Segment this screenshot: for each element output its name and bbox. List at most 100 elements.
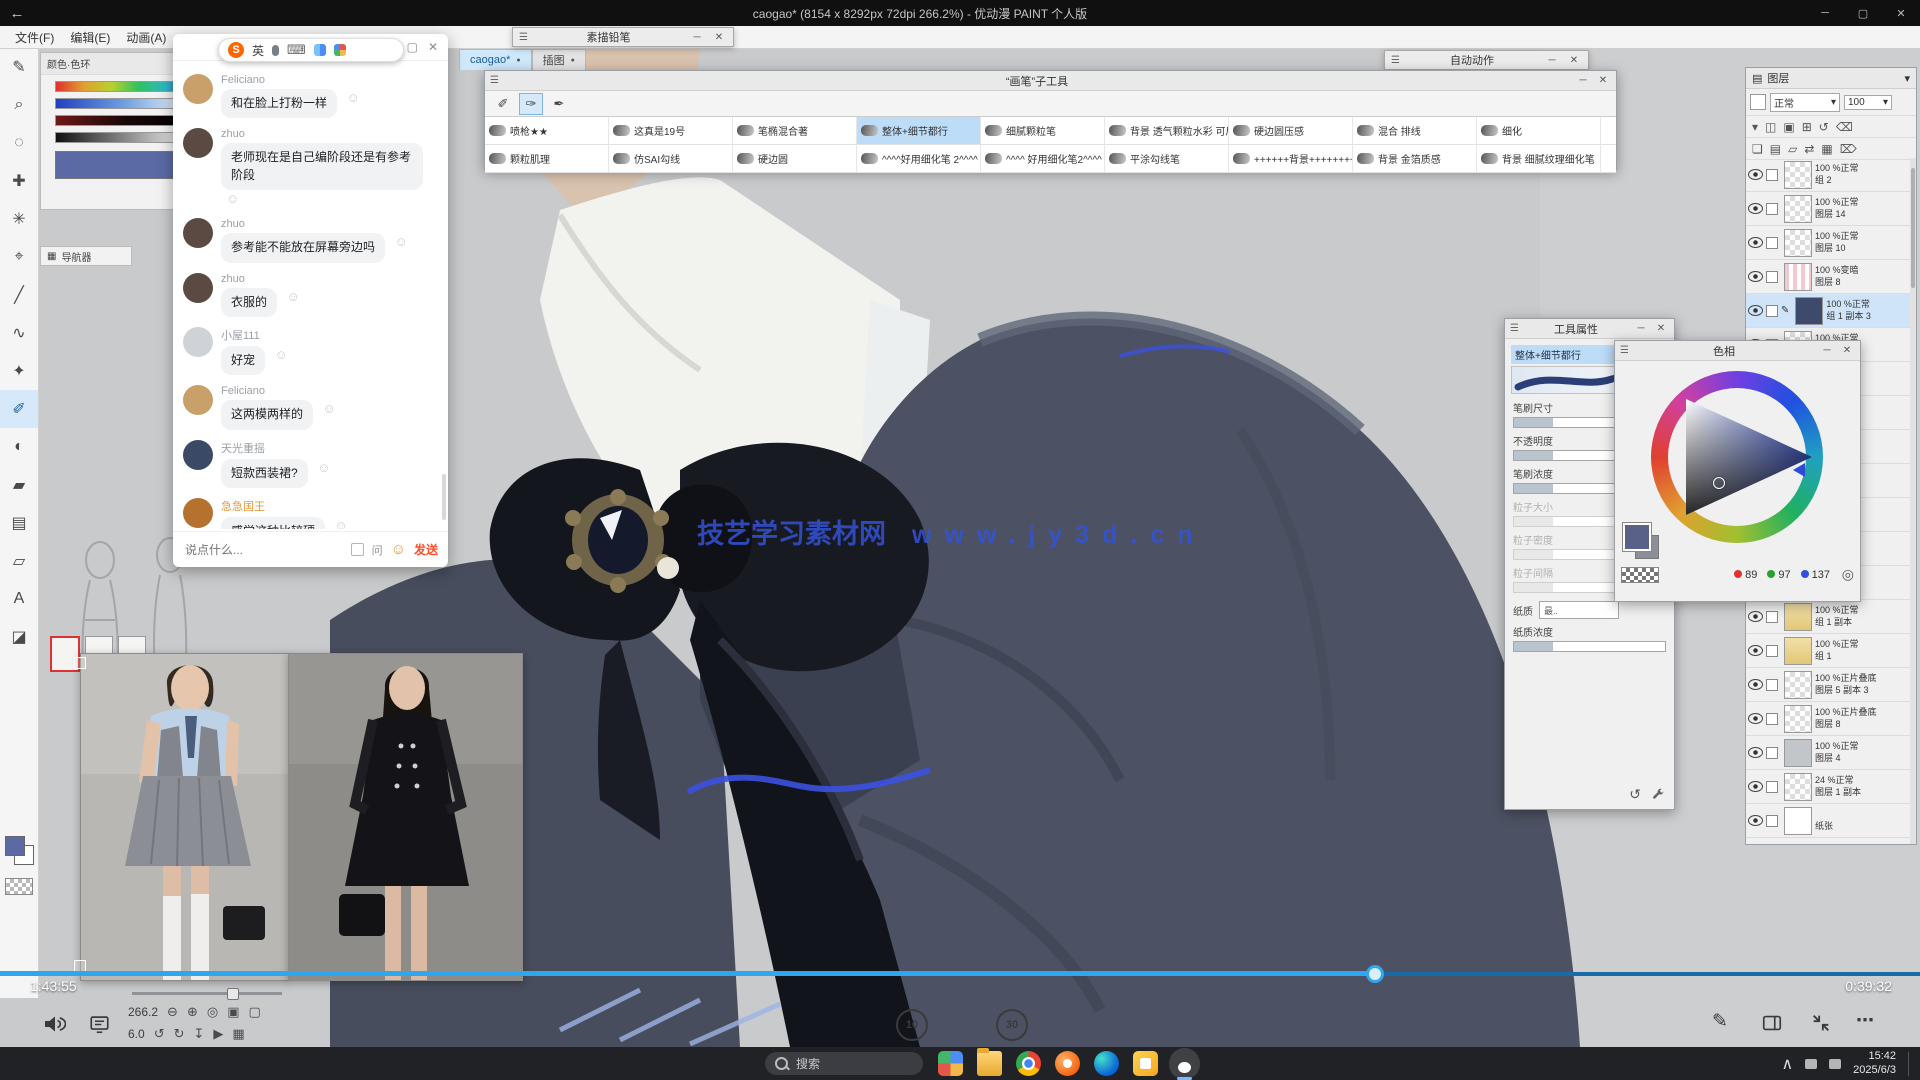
brush-item[interactable]: ^^^^好用细化笔 2^^^^ bbox=[857, 145, 981, 172]
avatar[interactable] bbox=[183, 128, 213, 158]
visibility-eye-icon[interactable] bbox=[1748, 645, 1763, 656]
brush-item[interactable]: 这真是19号 bbox=[609, 117, 733, 144]
main-color-swatch[interactable] bbox=[1623, 523, 1651, 551]
blend-mode-select[interactable]: 正常 ▾ bbox=[1770, 93, 1840, 112]
blend-tool[interactable]: ◐ bbox=[0, 428, 38, 466]
close-icon[interactable]: ✕ bbox=[1653, 323, 1669, 334]
emoji-icon[interactable]: ☺ bbox=[391, 541, 406, 558]
new-paper-icon[interactable]: ▱ bbox=[1788, 142, 1797, 156]
paper-texture-select[interactable]: 最.. bbox=[1539, 601, 1619, 619]
window-menu-icon[interactable]: ☰ bbox=[519, 32, 528, 43]
layer-row[interactable]: ✎ ▶ 100 %正片叠底 图层 8 bbox=[1746, 702, 1910, 736]
layer-checkbox[interactable] bbox=[1766, 713, 1778, 725]
media-app-icon[interactable] bbox=[1055, 1051, 1080, 1076]
chevron-down-icon[interactable]: ▾ bbox=[1904, 72, 1910, 85]
add-reaction-icon[interactable]: ☺ bbox=[346, 90, 359, 105]
layer-checkbox[interactable] bbox=[1766, 271, 1778, 283]
layer-checkbox[interactable] bbox=[1766, 305, 1778, 317]
wand-tool[interactable]: ✳ bbox=[0, 200, 38, 238]
add-reaction-icon[interactable]: ☺ bbox=[317, 460, 330, 475]
brush-icon[interactable]: ✐ bbox=[491, 93, 515, 115]
video-timeline[interactable] bbox=[0, 965, 1920, 983]
qq-icon[interactable] bbox=[1172, 1051, 1197, 1076]
avatar[interactable] bbox=[183, 440, 213, 470]
maximize-icon[interactable]: ▢ bbox=[407, 40, 418, 54]
layer-thumbnail[interactable] bbox=[1784, 263, 1812, 291]
canvas-tab[interactable]: 插图 ● bbox=[532, 49, 586, 70]
layer-row[interactable]: ✎ ▶ 纸张 bbox=[1746, 804, 1910, 838]
brush-item[interactable]: 背景 金箔质感 bbox=[1353, 145, 1477, 172]
undo-icon[interactable]: ↺ bbox=[1819, 120, 1829, 134]
lasso-tool[interactable]: ◌ bbox=[0, 124, 38, 162]
new-folder-icon[interactable]: ▤ bbox=[1770, 142, 1781, 156]
layer-checkbox[interactable] bbox=[1766, 679, 1778, 691]
timeline-handle[interactable] bbox=[1366, 965, 1384, 983]
dual-brush-icon[interactable]: ✒ bbox=[547, 93, 571, 115]
wrench-icon[interactable] bbox=[1651, 787, 1666, 802]
menu-item[interactable]: 动画(A) bbox=[119, 29, 173, 46]
send-button[interactable]: 发送 bbox=[414, 541, 438, 558]
move-tool[interactable]: ✚ bbox=[0, 162, 38, 200]
maximize-icon[interactable]: ▢ bbox=[1844, 7, 1882, 20]
brush-item[interactable]: 笔椭混合著 bbox=[733, 117, 857, 144]
clip-mask-icon[interactable]: ◫ bbox=[1765, 120, 1776, 134]
sound-icon[interactable] bbox=[1829, 1059, 1841, 1069]
navigator-panel-tab[interactable]: ▦ 导航器 bbox=[40, 246, 132, 266]
avatar[interactable] bbox=[183, 498, 213, 528]
mic-icon[interactable] bbox=[272, 45, 279, 56]
minimize-icon[interactable]: ─ bbox=[1633, 323, 1649, 334]
visibility-eye-icon[interactable] bbox=[1748, 781, 1763, 792]
more-options-icon[interactable]: ⋯ bbox=[1856, 1010, 1875, 1031]
window-menu-icon[interactable]: ☰ bbox=[1391, 55, 1400, 66]
color-swatch-pair[interactable] bbox=[1623, 523, 1663, 561]
layer-checkbox[interactable] bbox=[1766, 747, 1778, 759]
window-menu-icon[interactable]: ☰ bbox=[1620, 345, 1629, 356]
visibility-eye-icon[interactable] bbox=[1748, 679, 1763, 690]
curve-tool[interactable]: ∿ bbox=[0, 314, 38, 352]
layer-color-swatch[interactable] bbox=[1750, 94, 1766, 110]
show-desktop-strip[interactable] bbox=[1908, 1052, 1912, 1076]
layer-checkbox[interactable] bbox=[1766, 815, 1778, 827]
layer-row[interactable]: ✎ ▶ 100 %正常 组 1 副本 bbox=[1746, 600, 1910, 634]
sv-cursor[interactable] bbox=[1713, 477, 1725, 489]
layer-thumbnail[interactable] bbox=[1784, 637, 1812, 665]
transfer-icon[interactable]: ⇄ bbox=[1804, 142, 1814, 156]
fill-tool[interactable]: ▰ bbox=[0, 466, 38, 504]
brush-item[interactable]: 颗粒肌理 bbox=[485, 145, 609, 172]
layer-thumbnail[interactable] bbox=[1784, 807, 1812, 835]
layer-row[interactable]: ✎ ▶ 100 %正常 组 1 副本 3 bbox=[1746, 294, 1910, 328]
magnifier-tool[interactable]: ⌕ bbox=[0, 86, 38, 124]
volume-icon[interactable] bbox=[40, 1012, 66, 1036]
line-tool[interactable]: ╱ bbox=[0, 276, 38, 314]
clear-icon[interactable]: ⌫ bbox=[1836, 120, 1853, 134]
window-menu-icon[interactable]: ☰ bbox=[1510, 323, 1519, 334]
close-icon[interactable]: ✕ bbox=[711, 32, 727, 43]
brush-item[interactable]: 细化 bbox=[1477, 117, 1601, 144]
back-icon[interactable]: ← bbox=[0, 5, 34, 22]
photo-resize-handle[interactable] bbox=[74, 657, 86, 669]
layer-row[interactable]: ✎ ▶ 24 %正常 图层 1 副本 bbox=[1746, 770, 1910, 804]
sv-triangle[interactable] bbox=[1651, 371, 1823, 543]
layer-thumbnail[interactable] bbox=[1784, 705, 1812, 733]
brush-item[interactable]: ++++++背景++++++++++++++ bbox=[1229, 145, 1353, 172]
minimize-icon[interactable]: ─ bbox=[689, 32, 705, 43]
close-icon[interactable]: ✕ bbox=[1839, 345, 1855, 356]
close-icon[interactable]: ✕ bbox=[1882, 7, 1920, 20]
layer-row[interactable]: ✎ ▶ 100 %正常 图层 4 bbox=[1746, 736, 1910, 770]
visibility-eye-icon[interactable] bbox=[1748, 203, 1763, 214]
keyboard-icon[interactable]: ⌨ bbox=[287, 42, 306, 58]
layer-checkbox[interactable] bbox=[1766, 645, 1778, 657]
file-explorer-icon[interactable] bbox=[977, 1051, 1002, 1076]
chrome-icon[interactable] bbox=[1016, 1051, 1041, 1076]
add-reaction-icon[interactable]: ☺ bbox=[286, 289, 299, 304]
visibility-eye-icon[interactable] bbox=[1748, 747, 1763, 758]
gallery-app-icon[interactable] bbox=[938, 1051, 963, 1076]
menu-item[interactable]: 编辑(E) bbox=[63, 29, 117, 46]
ime-language-toggle[interactable]: 英 bbox=[252, 42, 264, 59]
brush-item[interactable]: 喷枪★★ bbox=[485, 117, 609, 144]
minimize-icon[interactable]: ─ bbox=[1544, 55, 1560, 66]
visibility-eye-icon[interactable] bbox=[1748, 611, 1763, 622]
screen-share-icon[interactable] bbox=[88, 1013, 111, 1035]
brush-item[interactable]: 硬边圆 bbox=[733, 145, 857, 172]
avatar[interactable] bbox=[183, 218, 213, 248]
